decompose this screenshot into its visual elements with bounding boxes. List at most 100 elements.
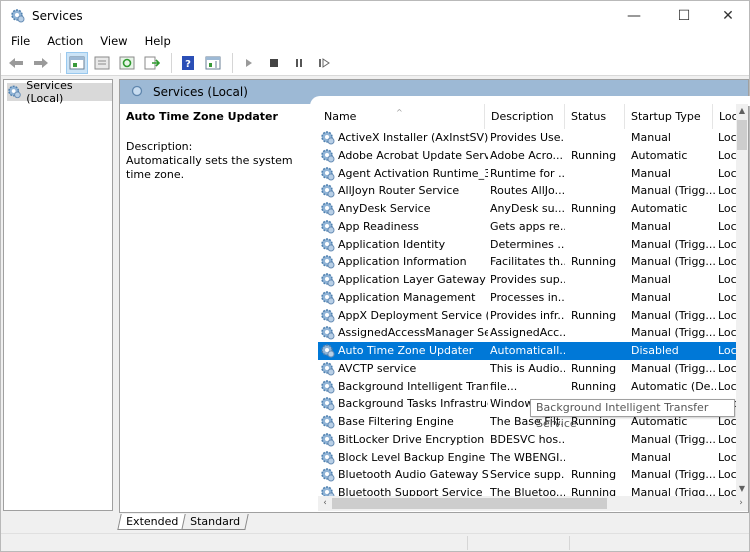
minimize-button[interactable]: —: [611, 1, 657, 31]
service-description: The WBENGI...: [490, 450, 565, 464]
service-gear-icon: [320, 166, 336, 182]
service-name: App Readiness: [338, 219, 419, 233]
description-text: Automatically sets the system time zone.: [126, 154, 293, 181]
forward-button[interactable]: [30, 52, 52, 74]
service-description: AssignedAcc...: [490, 326, 565, 340]
stop-service-button[interactable]: [263, 52, 285, 74]
service-gear-icon: [320, 183, 336, 199]
service-row[interactable]: Auto Time Zone Updater Automaticall... Dis…: [318, 342, 736, 360]
help-button[interactable]: ?: [177, 52, 199, 74]
service-name: AnyDesk Service: [338, 202, 431, 215]
service-description: Provides Use...: [490, 131, 565, 144]
show-action-pane-button[interactable]: [202, 52, 224, 74]
properties-icon: [94, 56, 110, 69]
tab-extended[interactable]: Extended: [117, 514, 187, 530]
column-header-log-on-as[interactable]: Loc: [713, 104, 736, 129]
service-log-on-as: Loc: [718, 166, 736, 180]
view-tabs: Extended Standard: [117, 514, 249, 532]
service-log-on-as: Loc: [718, 432, 736, 446]
column-header-name[interactable]: Name ^: [318, 104, 485, 129]
service-log-on-as: Loc: [718, 255, 736, 269]
services-gear-icon: [8, 85, 21, 99]
services-list: Name ^ Description Status Startup Type Lo…: [318, 104, 736, 496]
maximize-button[interactable]: ☐: [661, 1, 707, 31]
service-description: This is Audio...: [490, 361, 565, 375]
show-hide-console-tree-button[interactable]: [66, 51, 88, 74]
back-button[interactable]: [5, 52, 27, 74]
service-row[interactable]: BitLocker Drive Encryption S...BDESVC ho…: [318, 431, 736, 449]
service-startup-type: Disabled: [631, 344, 679, 357]
service-status: Running: [571, 361, 617, 375]
status-divider: [569, 536, 570, 550]
column-header-status[interactable]: Status: [565, 104, 625, 129]
service-row[interactable]: Bluetooth Support Service The Bluetoo... R…: [318, 484, 736, 496]
scroll-right-icon[interactable]: ›: [734, 496, 748, 511]
service-name: AVCTP service: [338, 361, 417, 375]
column-header-startup-type[interactable]: Startup Type: [625, 104, 713, 129]
service-description: The Bluetoo...: [490, 486, 565, 496]
horizontal-scrollbar[interactable]: ‹ ›: [318, 496, 748, 511]
service-gear-icon: [320, 254, 336, 270]
service-gear-icon: [320, 201, 336, 217]
scroll-left-icon[interactable]: ‹: [318, 496, 332, 511]
service-row[interactable]: Application Identity Determines ... Manual…: [318, 236, 736, 254]
start-service-button[interactable]: [238, 52, 260, 74]
service-status: Running: [571, 255, 617, 269]
horizontal-scroll-thumb[interactable]: [332, 498, 607, 509]
service-log-on-as: Loc: [718, 202, 736, 215]
service-status: Running: [571, 202, 617, 215]
close-button[interactable]: ✕: [705, 1, 750, 31]
scroll-down-icon[interactable]: ▼: [736, 482, 748, 496]
service-status: Running: [571, 379, 617, 393]
service-startup-type: Manual (Trigg...: [631, 184, 716, 198]
service-gear-icon: [320, 450, 336, 466]
service-row[interactable]: Application Information Facilitates th...…: [318, 253, 736, 271]
service-startup-type: Manual (Trigg...: [631, 308, 716, 322]
service-description: file...: [490, 379, 518, 393]
service-gear-icon: [320, 148, 336, 164]
maximize-icon: ☐: [677, 8, 691, 24]
action-pane-icon: [205, 56, 221, 69]
service-row[interactable]: ActiveX Installer (AxInstSV) Provides Use…: [318, 129, 736, 147]
service-name: Block Level Backup Engine S...: [338, 450, 488, 464]
menu-file[interactable]: File: [1, 34, 37, 48]
service-row[interactable]: AllJoyn Router Service Routes AllJo... Man…: [318, 182, 736, 200]
menu-help[interactable]: Help: [135, 34, 178, 48]
export-list-button[interactable]: [141, 52, 163, 74]
vertical-scroll-thumb[interactable]: [737, 120, 747, 150]
export-list-icon: [144, 56, 160, 69]
service-row[interactable]: App Readiness Gets apps re... Manual Loc: [318, 218, 736, 236]
service-row[interactable]: Application Management Processes in... Man…: [318, 289, 736, 307]
service-row[interactable]: Background Intelligent Transfer Servicef…: [318, 378, 736, 396]
scroll-up-icon[interactable]: ▲: [736, 104, 748, 118]
service-row[interactable]: Adobe Acrobat Update Servi... Adobe Acro.…: [318, 147, 736, 165]
service-row[interactable]: Block Level Backup Engine S...The WBENGI…: [318, 449, 736, 467]
forward-icon: [34, 57, 48, 68]
service-row[interactable]: Bluetooth Audio Gateway Se...Service sup…: [318, 466, 736, 484]
service-row[interactable]: Application Layer Gateway S...Provides s…: [318, 271, 736, 289]
pause-service-button[interactable]: [288, 52, 310, 74]
properties-button[interactable]: [91, 52, 113, 74]
service-row[interactable]: AnyDesk Service AnyDesk su... Running Autom…: [318, 200, 736, 218]
menu-bar: File Action View Help: [1, 31, 749, 50]
service-startup-type: Manual (Trigg...: [631, 326, 716, 340]
column-header-description[interactable]: Description: [485, 104, 565, 129]
vertical-scrollbar[interactable]: ▲ ▼: [736, 104, 748, 496]
tab-standard[interactable]: Standard: [181, 514, 249, 530]
tooltip: Background Intelligent Transfer Service: [530, 399, 735, 430]
menu-action[interactable]: Action: [37, 34, 90, 48]
tree-item-services-local[interactable]: Services (Local): [7, 79, 112, 105]
service-row[interactable]: AppX Deployment Service (A...Provides in…: [318, 307, 736, 325]
service-row[interactable]: Agent Activation Runtime_3... Runtime for…: [318, 165, 736, 183]
service-row[interactable]: AVCTP service This is Audio... Running Manu…: [318, 360, 736, 378]
refresh-button[interactable]: [116, 52, 138, 74]
service-startup-type: Automatic: [631, 148, 688, 162]
menu-view[interactable]: View: [90, 34, 134, 48]
services-panel: Services (Local) Auto Time Zone Updater …: [119, 79, 750, 513]
service-gear-icon: [320, 130, 336, 146]
close-icon: ✕: [722, 8, 734, 24]
service-row[interactable]: AssignedAccessManager Ser...AssignedAcc.…: [318, 324, 736, 342]
service-description: Determines ...: [490, 237, 565, 251]
restart-service-button[interactable]: [313, 52, 335, 74]
service-name: BitLocker Drive Encryption S...: [338, 432, 488, 446]
